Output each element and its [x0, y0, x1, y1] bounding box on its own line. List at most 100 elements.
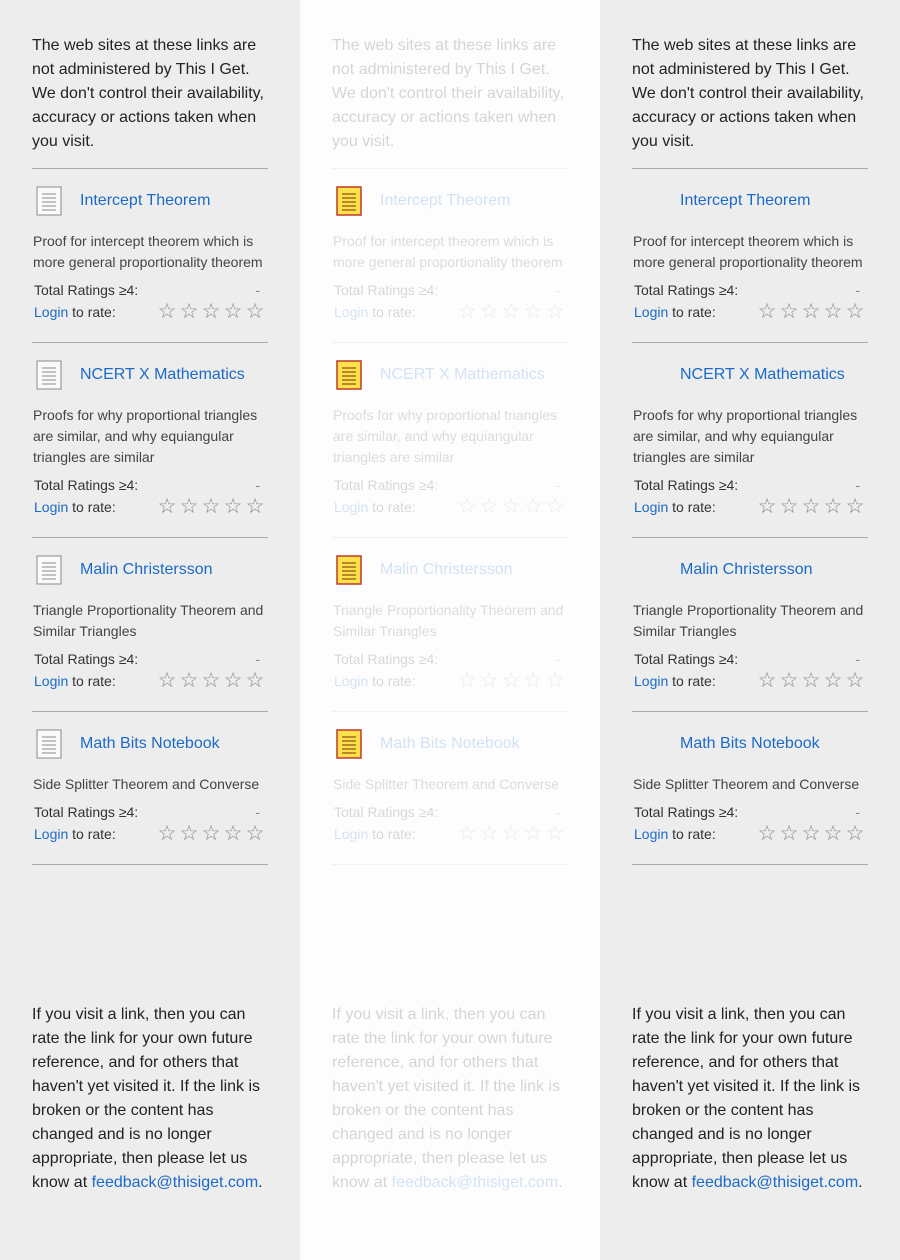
star-icon[interactable]: ☆ [756, 821, 778, 847]
star-icon[interactable]: ☆ [844, 821, 866, 847]
star-icon[interactable]: ☆ [544, 299, 566, 325]
login-link[interactable]: Login [634, 673, 668, 689]
link-title[interactable]: Malin Christersson [680, 561, 812, 579]
star-icon[interactable]: ☆ [844, 668, 866, 694]
star-icon[interactable]: ☆ [778, 821, 800, 847]
star-icon[interactable]: ☆ [200, 494, 222, 520]
star-icon[interactable]: ☆ [200, 821, 222, 847]
feedback-email-link[interactable]: feedback@thisiget.com [692, 1174, 859, 1191]
link-title[interactable]: Intercept Theorem [680, 192, 810, 210]
star-icon[interactable]: ☆ [178, 821, 200, 847]
link-title[interactable]: Malin Christersson [380, 561, 512, 579]
star-rating[interactable]: ☆ ☆ ☆ ☆ ☆ [456, 821, 566, 847]
star-icon[interactable]: ☆ [178, 668, 200, 694]
star-icon[interactable]: ☆ [500, 494, 522, 520]
star-icon[interactable]: ☆ [544, 821, 566, 847]
star-icon[interactable]: ☆ [222, 299, 244, 325]
star-icon[interactable]: ☆ [456, 821, 478, 847]
link-title[interactable]: NCERT X Mathematics [380, 366, 545, 384]
star-icon[interactable]: ☆ [244, 494, 266, 520]
star-icon[interactable]: ☆ [778, 299, 800, 325]
star-icon[interactable]: ☆ [800, 299, 822, 325]
star-icon[interactable]: ☆ [500, 668, 522, 694]
star-rating[interactable]: ☆ ☆ ☆ ☆ ☆ [456, 668, 566, 694]
login-link[interactable]: Login [634, 499, 668, 515]
star-icon[interactable]: ☆ [544, 494, 566, 520]
login-link[interactable]: Login [34, 304, 68, 320]
star-icon[interactable]: ☆ [756, 668, 778, 694]
star-icon[interactable]: ☆ [244, 299, 266, 325]
login-link[interactable]: Login [634, 304, 668, 320]
star-icon[interactable]: ☆ [222, 494, 244, 520]
login-link[interactable]: Login [34, 673, 68, 689]
star-icon[interactable]: ☆ [456, 494, 478, 520]
login-link[interactable]: Login [334, 499, 368, 515]
star-rating[interactable]: ☆ ☆ ☆ ☆ ☆ [156, 494, 266, 520]
star-rating[interactable]: ☆ ☆ ☆ ☆ ☆ [456, 494, 566, 520]
star-icon[interactable]: ☆ [500, 299, 522, 325]
star-icon[interactable]: ☆ [222, 668, 244, 694]
star-icon[interactable]: ☆ [800, 494, 822, 520]
star-icon[interactable]: ☆ [156, 668, 178, 694]
login-link[interactable]: Login [34, 826, 68, 842]
login-link[interactable]: Login [334, 673, 368, 689]
star-icon[interactable]: ☆ [522, 299, 544, 325]
login-link[interactable]: Login [334, 304, 368, 320]
link-title[interactable]: Malin Christersson [80, 561, 212, 579]
star-rating[interactable]: ☆ ☆ ☆ ☆ ☆ [756, 668, 866, 694]
star-icon[interactable]: ☆ [478, 299, 500, 325]
star-icon[interactable]: ☆ [456, 668, 478, 694]
link-title[interactable]: NCERT X Mathematics [80, 366, 245, 384]
star-icon[interactable]: ☆ [822, 668, 844, 694]
star-icon[interactable]: ☆ [178, 494, 200, 520]
star-rating[interactable]: ☆ ☆ ☆ ☆ ☆ [756, 494, 866, 520]
link-title[interactable]: NCERT X Mathematics [680, 366, 845, 384]
link-title[interactable]: Intercept Theorem [380, 192, 510, 210]
star-rating[interactable]: ☆ ☆ ☆ ☆ ☆ [156, 821, 266, 847]
link-title[interactable]: Math Bits Notebook [80, 735, 220, 753]
star-icon[interactable]: ☆ [244, 821, 266, 847]
star-icon[interactable]: ☆ [456, 299, 478, 325]
star-rating[interactable]: ☆ ☆ ☆ ☆ ☆ [756, 299, 866, 325]
feedback-email-link[interactable]: feedback@thisiget.com [92, 1174, 259, 1191]
star-icon[interactable]: ☆ [522, 668, 544, 694]
star-icon[interactable]: ☆ [756, 494, 778, 520]
star-icon[interactable]: ☆ [822, 299, 844, 325]
star-icon[interactable]: ☆ [156, 821, 178, 847]
star-rating[interactable]: ☆ ☆ ☆ ☆ ☆ [456, 299, 566, 325]
star-icon[interactable]: ☆ [822, 821, 844, 847]
login-link[interactable]: Login [34, 499, 68, 515]
star-icon[interactable]: ☆ [844, 299, 866, 325]
star-icon[interactable]: ☆ [522, 821, 544, 847]
star-icon[interactable]: ☆ [800, 821, 822, 847]
star-icon[interactable]: ☆ [756, 299, 778, 325]
star-icon[interactable]: ☆ [778, 494, 800, 520]
star-icon[interactable]: ☆ [222, 821, 244, 847]
feedback-email-link[interactable]: feedback@thisiget.com [392, 1174, 559, 1191]
link-title[interactable]: Intercept Theorem [80, 192, 210, 210]
star-icon[interactable]: ☆ [200, 668, 222, 694]
star-rating[interactable]: ☆ ☆ ☆ ☆ ☆ [156, 299, 266, 325]
login-link[interactable]: Login [334, 826, 368, 842]
login-link[interactable]: Login [634, 826, 668, 842]
star-icon[interactable]: ☆ [156, 494, 178, 520]
star-icon[interactable]: ☆ [244, 668, 266, 694]
star-icon[interactable]: ☆ [478, 668, 500, 694]
star-icon[interactable]: ☆ [478, 821, 500, 847]
star-icon[interactable]: ☆ [178, 299, 200, 325]
link-title[interactable]: Math Bits Notebook [680, 735, 820, 753]
star-icon[interactable]: ☆ [544, 668, 566, 694]
star-icon[interactable]: ☆ [522, 494, 544, 520]
star-rating[interactable]: ☆ ☆ ☆ ☆ ☆ [156, 668, 266, 694]
star-icon[interactable]: ☆ [822, 494, 844, 520]
document-icon [336, 729, 362, 759]
star-icon[interactable]: ☆ [156, 299, 178, 325]
link-title[interactable]: Math Bits Notebook [380, 735, 520, 753]
star-icon[interactable]: ☆ [800, 668, 822, 694]
star-icon[interactable]: ☆ [478, 494, 500, 520]
star-icon[interactable]: ☆ [778, 668, 800, 694]
star-icon[interactable]: ☆ [844, 494, 866, 520]
star-icon[interactable]: ☆ [500, 821, 522, 847]
star-rating[interactable]: ☆ ☆ ☆ ☆ ☆ [756, 821, 866, 847]
star-icon[interactable]: ☆ [200, 299, 222, 325]
